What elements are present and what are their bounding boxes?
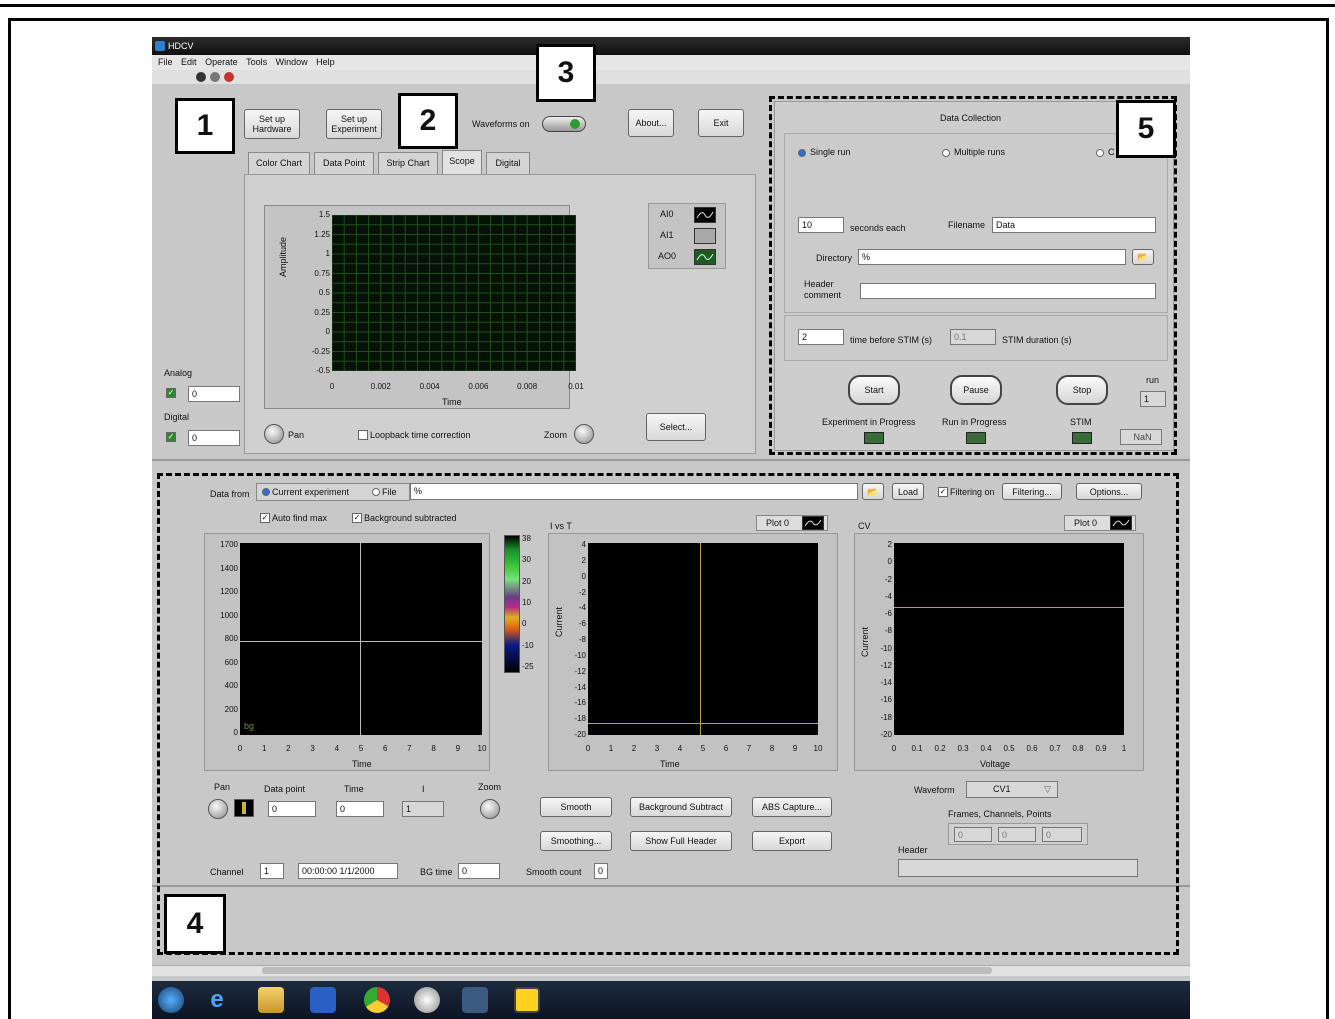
scope-x-tick: 0.006 — [468, 382, 489, 391]
tab-color-chart[interactable]: Color Chart — [248, 152, 310, 174]
scope-ylabel: Amplitude — [278, 236, 288, 277]
analog-check-icon[interactable]: ✓ — [166, 388, 176, 398]
scope-y-tick: 1 — [325, 249, 330, 258]
scope-x-tick: 0.002 — [370, 382, 391, 391]
scope-plot-area — [331, 214, 577, 372]
loopback-checkbox[interactable] — [358, 430, 368, 440]
legend-ai1-label: AI1 — [660, 230, 674, 240]
scope-y-tick: -0.5 — [316, 366, 330, 375]
legend-ai0-swatch[interactable] — [694, 207, 716, 223]
chrome-icon[interactable] — [364, 987, 390, 1013]
waveforms-on-label: Waveforms on — [472, 119, 530, 129]
app-icon-6[interactable] — [462, 987, 488, 1013]
run-arrow-icon[interactable] — [196, 72, 206, 82]
media-player-icon[interactable] — [310, 987, 336, 1013]
menu-edit[interactable]: Edit — [181, 55, 197, 70]
trace-icon — [696, 211, 714, 219]
tab-data-point[interactable]: Data Point — [314, 152, 374, 174]
windows-taskbar: e — [152, 981, 1190, 1019]
window-title: HDCV — [168, 41, 194, 51]
legend-ai0-label: AI0 — [660, 209, 674, 219]
select-button[interactable]: Select... — [646, 413, 706, 441]
top-rule — [0, 4, 1335, 7]
menu-file[interactable]: File — [158, 55, 173, 70]
analog-value-field[interactable]: 0 — [188, 386, 240, 402]
start-orb-icon[interactable] — [158, 987, 184, 1013]
run-toolbar — [152, 70, 1190, 84]
section-divider — [152, 459, 1190, 461]
legend-ao0-swatch[interactable] — [694, 249, 716, 265]
callout-4: 4 — [164, 894, 226, 954]
run-continuous-icon[interactable] — [210, 72, 220, 82]
scrollbar-thumb[interactable] — [262, 967, 992, 974]
scope-x-tick: 0.01 — [568, 382, 584, 391]
app-icon — [155, 41, 165, 51]
labview-icon[interactable] — [514, 987, 540, 1013]
loopback-label: Loopback time correction — [370, 430, 471, 440]
region-4-outline — [157, 473, 1179, 955]
digital-label: Digital — [164, 412, 190, 422]
menu-help[interactable]: Help — [316, 55, 335, 70]
menu-tools[interactable]: Tools — [246, 55, 267, 70]
scope-pan-label: Pan — [288, 430, 305, 440]
tab-strip-chart[interactable]: Strip Chart — [378, 152, 438, 174]
callout-3: 3 — [536, 44, 596, 102]
scope-y-tick: 1.5 — [318, 210, 330, 219]
scope-grid — [331, 214, 577, 372]
tab-digital[interactable]: Digital — [486, 152, 530, 174]
file-explorer-icon[interactable] — [258, 987, 284, 1013]
digital-value-field[interactable]: 0 — [188, 430, 240, 446]
setup-hardware-button[interactable]: Set up Hardware — [244, 109, 300, 139]
menu-operate[interactable]: Operate — [205, 55, 238, 70]
waveforms-toggle[interactable] — [542, 116, 586, 132]
digital-check-icon[interactable]: ✓ — [166, 432, 176, 442]
scope-y-tick: -0.25 — [311, 346, 330, 356]
scope-x-tick: 0.008 — [517, 382, 538, 391]
setup-experiment-button[interactable]: Set up Experiment — [326, 109, 382, 139]
legend-ao0-label: AO0 — [658, 251, 677, 261]
toggle-indicator-icon — [570, 119, 580, 129]
scope-zoom-label: Zoom — [544, 430, 568, 440]
scope-pan-knob[interactable] — [264, 424, 284, 444]
about-button[interactable]: About... — [628, 109, 674, 137]
scope-zoom-knob[interactable] — [574, 424, 594, 444]
scope-y-tick: 0.5 — [318, 288, 330, 297]
legend-ai1-swatch[interactable] — [694, 228, 716, 244]
trace-icon — [696, 253, 714, 261]
app-icon-5[interactable] — [414, 987, 440, 1013]
scope-x-tick: 0 — [329, 382, 335, 391]
title-bar: HDCV — [152, 37, 1190, 55]
callout-1: 1 — [175, 98, 235, 154]
scope-y-tick: 1.25 — [314, 229, 330, 239]
scope-y-tick: 0 — [325, 327, 330, 336]
internet-explorer-icon[interactable]: e — [204, 987, 230, 1013]
menu-bar: File Edit Operate Tools Window Help — [152, 55, 1190, 70]
scope-x-tick: 0.004 — [419, 382, 440, 391]
menu-window[interactable]: Window — [276, 55, 308, 70]
scope-y-tick: 0.25 — [314, 307, 330, 317]
exit-button[interactable]: Exit — [698, 109, 744, 137]
scope-xlabel: Time — [442, 397, 462, 407]
callout-2: 2 — [398, 93, 458, 149]
horizontal-scrollbar[interactable] — [152, 965, 1190, 976]
callout-5: 5 — [1116, 100, 1176, 158]
tab-scope[interactable]: Scope — [442, 150, 482, 174]
abort-icon[interactable] — [224, 72, 234, 82]
scope-y-tick: 0.75 — [314, 268, 330, 278]
analog-label: Analog — [164, 368, 193, 378]
